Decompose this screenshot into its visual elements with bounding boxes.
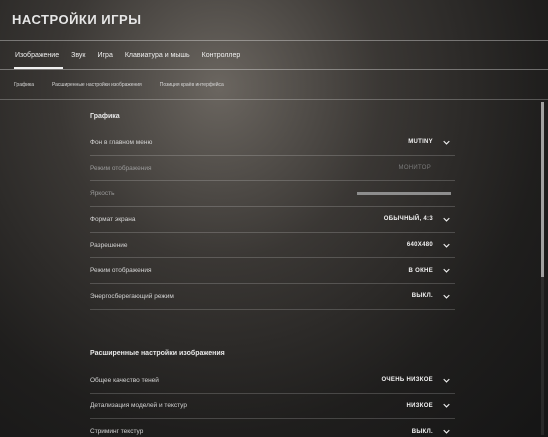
setting-row-menu-background[interactable]: Фон в главном меню MUTINY [90,130,455,156]
setting-row-model-detail[interactable]: Детализация моделей и текстур НИЗКОЕ [90,394,455,420]
chevron-down-icon [441,375,451,385]
setting-value: В ОКНЕ [408,267,433,274]
setting-label: Формат экрана [90,215,136,223]
setting-label: Яркость [90,190,115,198]
setting-label: Фон в главном меню [90,138,153,146]
dropdown[interactable]: ВЫКЛ. [412,427,451,437]
tab-image[interactable]: Изображение [12,41,65,69]
scrollbar-thumb[interactable] [541,102,544,277]
dropdown[interactable]: ВЫКЛ. [412,291,451,301]
subtab-advanced-image[interactable]: Расширенные настройки изображения [52,82,142,88]
chevron-down-icon [441,427,451,437]
subtab-hud-edges[interactable]: Позиция краёв интерфейса [160,82,224,88]
dropdown[interactable]: В ОКНЕ [409,266,451,276]
section-title-graphics: Графика [90,112,120,120]
setting-row-aspect-ratio[interactable]: Формат экрана ОБЫЧНЫЙ, 4:3 [90,207,455,233]
main-tabs: Изображение Звук Игра Клавиатура и мышь … [0,41,548,70]
chevron-down-icon [441,214,451,224]
dropdown[interactable]: MUTINY [408,137,451,147]
setting-row-texture-streaming[interactable]: Стриминг текстур ВЫКЛ. [90,419,455,437]
page-title: НАСТРОЙКИ ИГРЫ [12,12,142,27]
setting-row-power-saving[interactable]: Энергосберегающий режим ВЫКЛ. [90,284,455,310]
section-title-advanced: Расширенные настройки изображения [90,350,225,358]
title-bar: НАСТРОЙКИ ИГРЫ [0,0,548,41]
setting-row-brightness: Яркость [90,181,455,208]
tab-game[interactable]: Игра [91,41,118,69]
setting-value: ОБЫЧНЫЙ, 4:3 [383,216,433,223]
setting-row-shadow-quality[interactable]: Общее качество теней ОЧЕНЬ НИЗКОЕ [90,368,455,394]
setting-label: Режим отображения [90,267,152,275]
setting-label: Стриминг текстур [90,428,144,436]
setting-value: 640X480 [406,242,433,249]
tab-controller[interactable]: Контроллер [196,41,247,69]
setting-value: НИЗКОЕ [406,402,433,409]
sub-tabs: Графика Расширенные настройки изображени… [0,70,548,100]
dropdown[interactable]: ОБЫЧНЫЙ, 4:3 [384,214,451,224]
tab-sound[interactable]: Звук [65,41,91,69]
tab-keyboard-mouse[interactable]: Клавиатура и мышь [119,41,196,69]
chevron-down-icon [441,291,451,301]
brightness-slider[interactable] [357,192,451,196]
setting-row-display-mode-monitor: Режим отображения МОНИТОР [90,156,455,182]
chevron-down-icon [441,137,451,147]
setting-label: Разрешение [90,241,128,249]
chevron-down-icon [441,401,451,411]
setting-value: ВЫКЛ. [411,428,433,435]
setting-label: Режим отображения [90,164,152,172]
subtab-graphics[interactable]: Графика [14,82,34,88]
setting-label: Общее качество теней [90,376,159,384]
setting-value: ВЫКЛ. [411,293,433,300]
chevron-down-icon [441,266,451,276]
chevron-down-icon [441,240,451,250]
setting-row-resolution[interactable]: Разрешение 640X480 [90,233,455,259]
setting-row-display-mode[interactable]: Режим отображения В ОКНЕ [90,258,455,285]
dropdown[interactable]: НИЗКОЕ [406,401,451,411]
settings-panel: Графика Фон в главном меню MUTINY Режим … [0,100,548,437]
setting-value: MUTINY [408,139,433,146]
setting-value: МОНИТОР [398,165,431,172]
settings-list: Графика Фон в главном меню MUTINY Режим … [90,100,455,437]
dropdown[interactable]: 640X480 [407,240,451,250]
setting-value: ОЧЕНЬ НИЗКОЕ [381,377,433,384]
dropdown[interactable]: ОЧЕНЬ НИЗКОЕ [381,375,451,385]
setting-label: Детализация моделей и текстур [90,402,187,410]
setting-label: Энергосберегающий режим [90,292,174,300]
